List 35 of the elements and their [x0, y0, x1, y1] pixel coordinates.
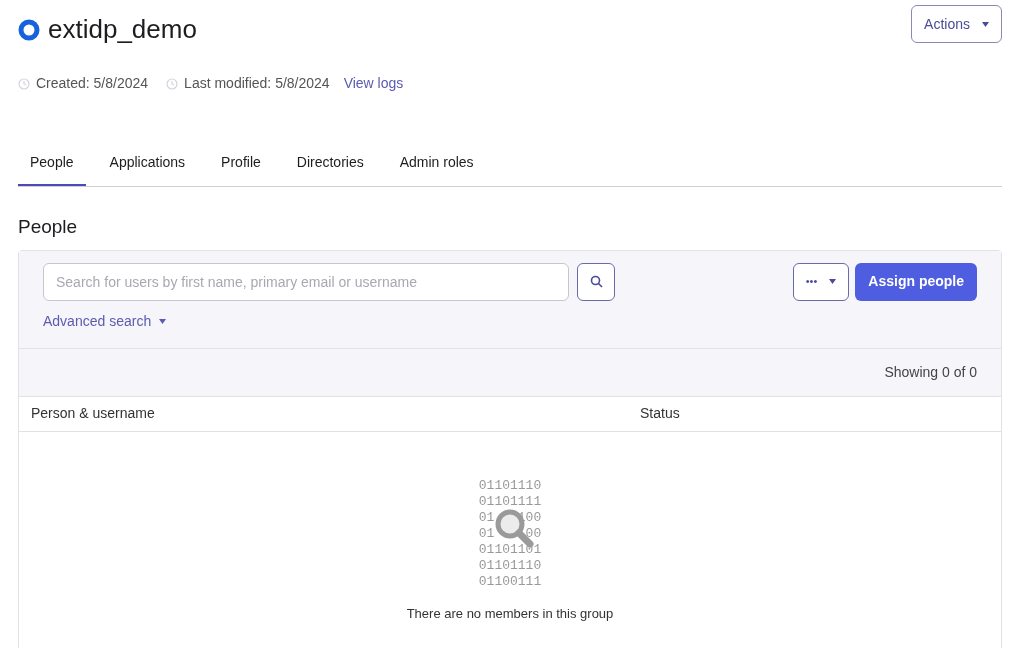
search-icon	[589, 275, 603, 288]
assign-people-button[interactable]: Assign people	[855, 262, 977, 301]
advanced-search-link[interactable]: Advanced search	[43, 310, 167, 332]
binary-text: 01100111	[478, 573, 542, 589]
empty-message: There are no members in this group	[406, 604, 614, 623]
caret-icon	[982, 21, 989, 27]
tab[interactable]: Profile	[209, 152, 273, 186]
created-date: Created: 5/8/2024	[36, 74, 149, 93]
column-header: Status	[640, 404, 680, 423]
caret-icon	[159, 318, 167, 324]
binary-text: 01101111	[478, 493, 542, 509]
binary-text: 00	[525, 525, 542, 542]
binary-text: 01101101	[478, 541, 542, 557]
binary-text: 01101110	[478, 477, 542, 493]
section-title: People	[18, 215, 79, 239]
binary-text: 01	[478, 509, 495, 526]
view-logs-link[interactable]: View logs	[343, 73, 404, 94]
actions-button[interactable]: Actions	[911, 5, 1002, 43]
column-header: Person & username	[30, 404, 156, 423]
ring-icon	[18, 18, 40, 41]
caret-icon	[829, 279, 837, 284]
modified-date: Last modified: 5/8/2024	[184, 74, 330, 93]
tab[interactable]: Directories	[284, 152, 376, 186]
more-options-button[interactable]: •••	[792, 262, 850, 301]
tab[interactable]: People	[18, 152, 86, 186]
clock-icon	[18, 77, 30, 90]
clock-icon	[166, 77, 179, 90]
search-field[interactable]: Search for users by first name, primary email or username	[43, 262, 569, 301]
binary-text: 01	[478, 525, 495, 542]
results-count: Showing 0 of 0	[884, 362, 977, 382]
tab[interactable]: Applications	[97, 152, 198, 186]
binary-text: 01101110	[478, 557, 542, 573]
tab[interactable]: Admin roles	[387, 152, 486, 186]
group-title: extidp_demo	[48, 13, 197, 46]
search-button[interactable]	[577, 262, 615, 301]
